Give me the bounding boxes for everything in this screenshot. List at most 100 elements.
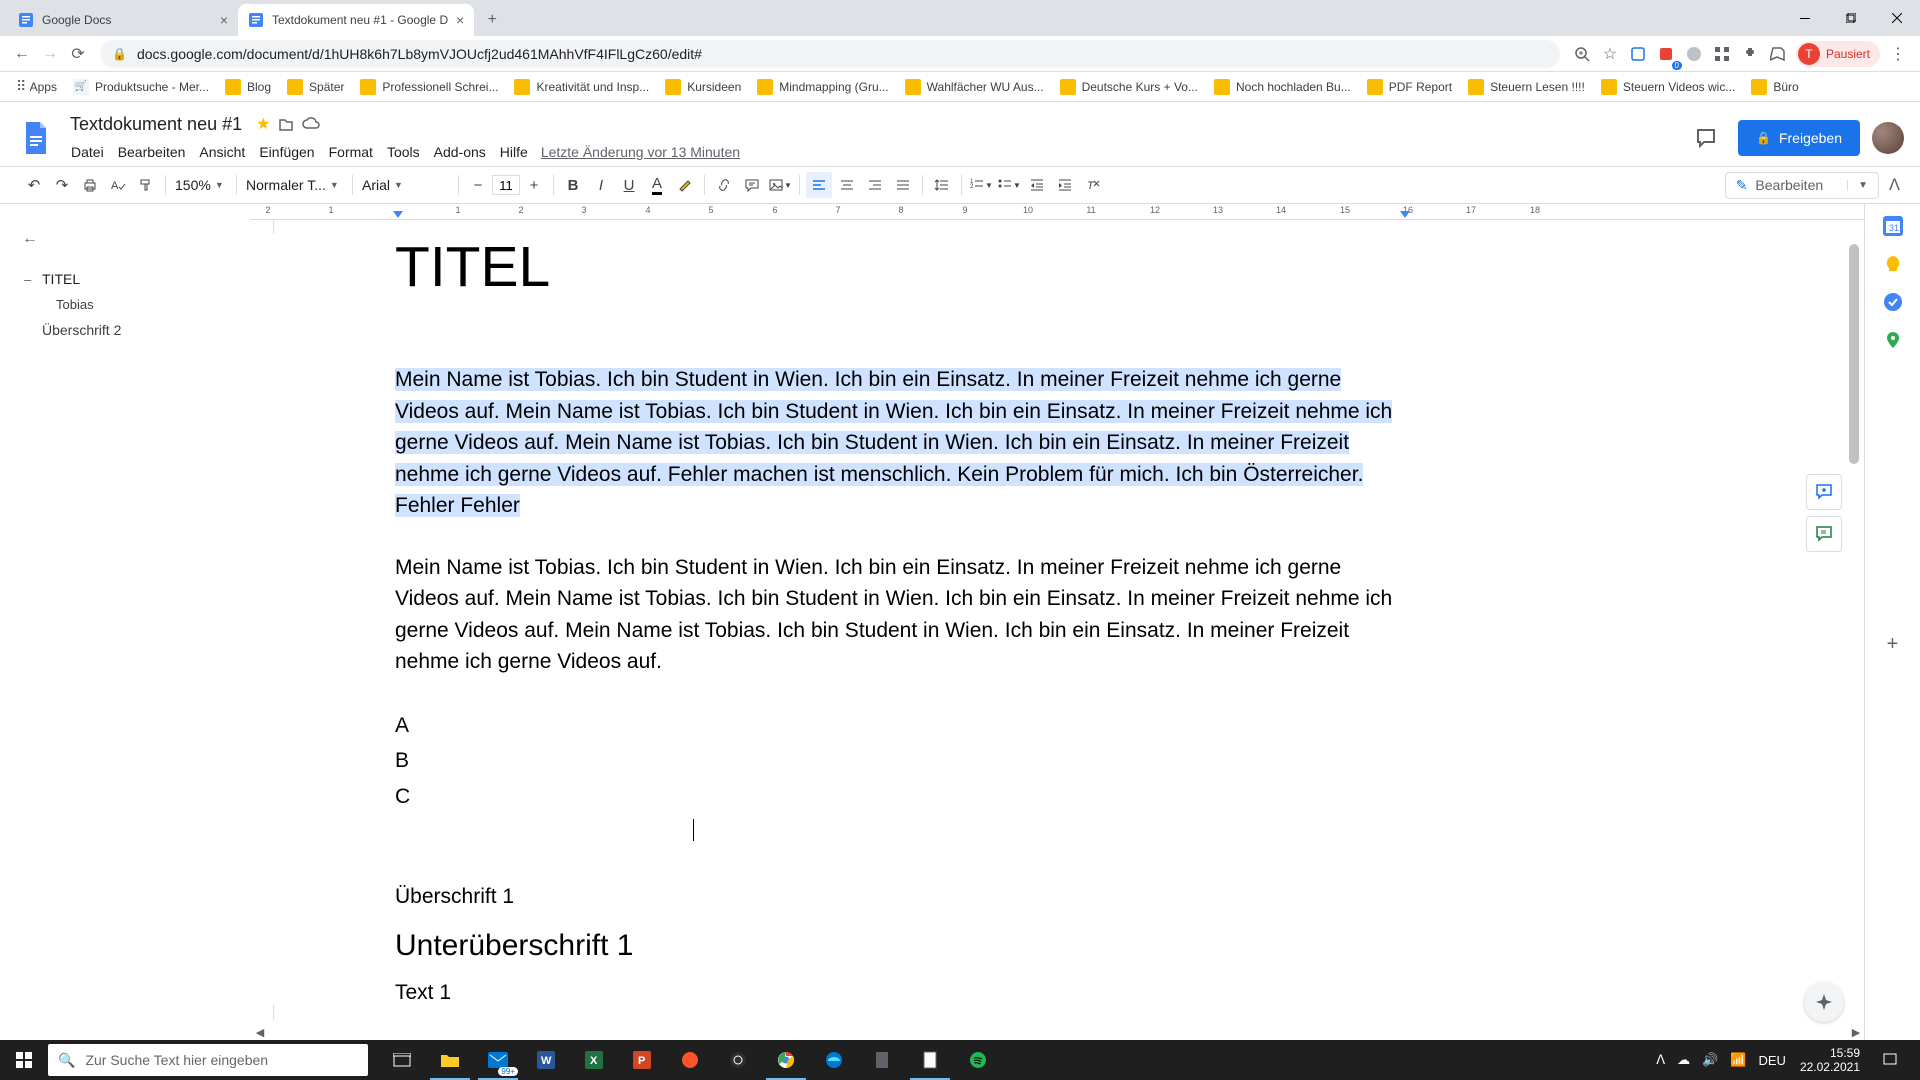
open-comments-button[interactable] (1686, 118, 1726, 158)
doc-heading-2[interactable]: Unterüberschrift 1 (395, 929, 1575, 963)
bold-button[interactable]: B (560, 172, 586, 198)
menu-file[interactable]: Datei (64, 142, 111, 162)
outline-item-ueberschrift2[interactable]: Überschrift 2 (12, 317, 242, 343)
taskbar-chrome[interactable] (762, 1040, 810, 1080)
editing-mode-select[interactable]: ✎ Bearbeiten ▼ (1725, 172, 1879, 199)
numbered-list-button[interactable]: 12▼ (968, 172, 994, 198)
share-button[interactable]: 🔒Freigeben (1738, 120, 1860, 156)
docs-logo[interactable] (16, 118, 56, 158)
taskbar-app[interactable] (858, 1040, 906, 1080)
tab-close-icon[interactable]: × (448, 12, 464, 28)
menu-insert[interactable]: Einfügen (252, 142, 321, 162)
align-justify-button[interactable] (890, 172, 916, 198)
add-addon-button[interactable]: + (1883, 634, 1903, 654)
star-icon[interactable]: ★ (256, 114, 270, 134)
tab-close-icon[interactable]: × (212, 12, 228, 28)
bookmark-apps[interactable]: ⠿ Apps (8, 78, 65, 95)
taskbar-mail[interactable]: 99+ (474, 1040, 522, 1080)
tray-volume-icon[interactable]: 🔊 (1696, 1052, 1724, 1068)
print-button[interactable] (77, 172, 103, 198)
extension-icon[interactable] (1624, 40, 1652, 68)
taskbar-search[interactable]: 🔍 Zur Suche Text hier eingeben (48, 1044, 368, 1076)
bookmark-item[interactable]: Später (279, 79, 352, 95)
vertical-scrollbar[interactable] (1846, 244, 1862, 944)
account-avatar[interactable] (1872, 122, 1904, 154)
indent-button[interactable] (1052, 172, 1078, 198)
horizontal-scrollbar[interactable]: ◀ ▶ (252, 1024, 1864, 1040)
taskbar-edge[interactable] (810, 1040, 858, 1080)
font-size-increase[interactable]: + (521, 172, 547, 198)
nav-reload[interactable]: ⟳ (64, 40, 92, 68)
extensions-puzzle-icon[interactable] (1736, 40, 1764, 68)
zoom-select[interactable]: 150%▼ (171, 173, 231, 197)
paragraph-style-select[interactable]: Normaler T...▼ (242, 173, 347, 197)
tray-onedrive-icon[interactable]: ☁ (1671, 1052, 1696, 1068)
notifications-button[interactable] (1868, 1052, 1912, 1068)
highlight-button[interactable] (672, 172, 698, 198)
ruler-right-indent[interactable] (1400, 211, 1410, 218)
browser-tab-1[interactable]: Textdokument neu #1 - Google D × (238, 4, 474, 36)
tray-wifi-icon[interactable]: 📶 (1724, 1052, 1752, 1068)
bookmark-item[interactable]: Büro (1743, 79, 1806, 95)
bookmark-item[interactable]: Professionell Schrei... (352, 79, 506, 95)
italic-button[interactable]: I (588, 172, 614, 198)
address-bar[interactable]: 🔒 docs.google.com/document/d/1hUH8k6h7Lb… (100, 40, 1560, 68)
paint-format-button[interactable] (133, 172, 159, 198)
nav-forward[interactable]: → (36, 40, 64, 68)
line-spacing-button[interactable] (929, 172, 955, 198)
doc-heading-title[interactable]: TITEL (395, 234, 1575, 300)
ruler-left-indent[interactable] (393, 211, 403, 218)
doc-text[interactable]: Text 1 (395, 981, 1575, 1005)
calendar-addon-icon[interactable]: 31 (1883, 216, 1903, 236)
align-left-button[interactable] (806, 172, 832, 198)
tasks-addon-icon[interactable] (1883, 292, 1903, 312)
bulleted-list-button[interactable]: ▼ (996, 172, 1022, 198)
menu-format[interactable]: Format (322, 142, 380, 162)
underline-button[interactable]: U (616, 172, 642, 198)
extension-icon-3[interactable] (1680, 40, 1708, 68)
document-page[interactable]: TITEL Mein Name ist Tobias. Ich bin Stud… (250, 234, 1575, 1005)
move-icon[interactable] (278, 116, 294, 132)
cloud-status-icon[interactable] (302, 117, 320, 131)
scrollbar-thumb[interactable] (1849, 244, 1859, 464)
clear-formatting-button[interactable]: T (1080, 172, 1106, 198)
bookmark-item[interactable]: 🛒Produktsuche - Mer... (65, 79, 217, 95)
browser-tab-0[interactable]: Google Docs × (8, 4, 238, 36)
window-maximize[interactable] (1828, 0, 1874, 36)
menu-tools[interactable]: Tools (380, 142, 427, 162)
last-edit-link[interactable]: Letzte Änderung vor 13 Minuten (541, 144, 740, 160)
window-close[interactable] (1874, 0, 1920, 36)
outline-caret-icon[interactable]: – (24, 272, 38, 287)
collapse-toolbar-button[interactable]: ᐱ (1889, 175, 1900, 195)
horizontal-ruler[interactable]: 21123456789101112131415161718 (250, 204, 1864, 220)
font-size-decrease[interactable]: − (465, 172, 491, 198)
outline-item-tobias[interactable]: Tobias (12, 292, 242, 317)
taskbar-app-obs[interactable] (714, 1040, 762, 1080)
align-right-button[interactable] (862, 172, 888, 198)
doc-line[interactable]: A (395, 708, 1575, 744)
menu-edit[interactable]: Bearbeiten (111, 142, 193, 162)
doc-paragraph-selected[interactable]: Mein Name ist Tobias. Ich bin Student in… (395, 364, 1400, 522)
star-bookmark-icon[interactable]: ☆ (1596, 40, 1624, 68)
undo-button[interactable]: ↶ (21, 172, 47, 198)
doc-paragraph[interactable]: Mein Name ist Tobias. Ich bin Student in… (395, 552, 1400, 678)
align-center-button[interactable] (834, 172, 860, 198)
explore-button[interactable] (1804, 982, 1844, 1022)
font-size-input[interactable]: 11 (492, 175, 520, 195)
bookmark-item[interactable]: Mindmapping (Gru... (749, 79, 896, 95)
font-select[interactable]: Arial▼ (358, 173, 453, 197)
window-minimize[interactable] (1782, 0, 1828, 36)
outline-close-button[interactable]: ← (12, 224, 242, 254)
taskbar-word[interactable]: W (522, 1040, 570, 1080)
insert-image-button[interactable]: ▼ (767, 172, 793, 198)
qr-icon[interactable] (1708, 40, 1736, 68)
menu-view[interactable]: Ansicht (192, 142, 252, 162)
insert-comment-button[interactable] (739, 172, 765, 198)
new-tab-button[interactable]: + (478, 6, 506, 34)
document-title-input[interactable]: Textdokument neu #1 (64, 112, 248, 137)
tray-language[interactable]: DEU (1752, 1053, 1791, 1068)
taskbar-notepad[interactable] (906, 1040, 954, 1080)
outdent-button[interactable] (1024, 172, 1050, 198)
add-comment-button[interactable] (1806, 474, 1842, 510)
doc-line[interactable]: C (395, 779, 1575, 815)
